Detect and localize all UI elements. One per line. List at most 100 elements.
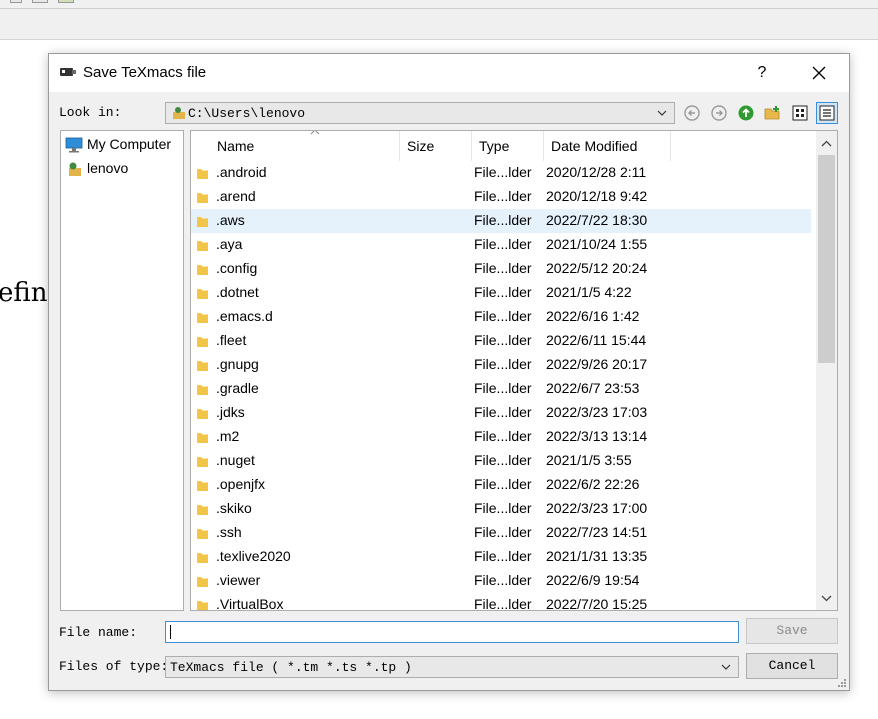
look-in-label: Look in: bbox=[59, 105, 122, 120]
toolbar-icon-fragment bbox=[10, 0, 22, 3]
document-text-fragment: efin bbox=[0, 278, 48, 308]
parent-dir-icon bbox=[738, 105, 754, 121]
file-name-cell: .gnupg bbox=[216, 356, 259, 372]
file-row[interactable]: .fleet File...lder 2022/6/11 15:44 bbox=[191, 329, 811, 353]
file-row[interactable]: .VirtualBox File...lder 2022/7/20 15:25 bbox=[191, 593, 811, 611]
file-type-cell: File...lder bbox=[474, 500, 532, 516]
parent-directory-button[interactable] bbox=[735, 102, 757, 124]
folder-icon bbox=[197, 193, 208, 203]
file-date-cell: 2022/3/23 17:03 bbox=[546, 404, 648, 420]
folder-icon bbox=[197, 601, 208, 610]
file-name-cell: .skiko bbox=[216, 500, 252, 516]
background-toolbar bbox=[0, 0, 878, 40]
file-type-cell: File...lder bbox=[474, 356, 532, 372]
chevron-down-icon bbox=[721, 664, 731, 670]
file-list[interactable]: Name Size Type Date Modified .android Fil… bbox=[190, 130, 838, 611]
folder-icon bbox=[197, 481, 208, 491]
file-date-cell: 2021/1/5 3:55 bbox=[546, 452, 632, 468]
folder-icon bbox=[197, 241, 208, 251]
file-row[interactable]: .android File...lder 2020/12/28 2:11 bbox=[191, 161, 811, 185]
file-row[interactable]: .jdks File...lder 2022/3/23 17:03 bbox=[191, 401, 811, 425]
file-row[interactable]: .texlive2020 File...lder 2021/1/31 13:35 bbox=[191, 545, 811, 569]
dialog-titlebar: Save TeXmacs file ? bbox=[49, 54, 849, 92]
file-row[interactable]: .config File...lder 2022/5/12 20:24 bbox=[191, 257, 811, 281]
file-type-cell: File...lder bbox=[474, 212, 532, 228]
files-of-type-value: TeXmacs file ( *.tm *.ts *.tp ) bbox=[170, 660, 412, 675]
file-date-cell: 2022/6/11 15:44 bbox=[546, 332, 647, 348]
file-name-cell: .ssh bbox=[216, 524, 242, 540]
file-date-cell: 2021/1/31 13:35 bbox=[546, 548, 648, 564]
files-of-type-combo[interactable]: TeXmacs file ( *.tm *.ts *.tp ) bbox=[165, 656, 739, 678]
file-date-cell: 2020/12/28 2:11 bbox=[546, 164, 647, 180]
scroll-down-icon[interactable] bbox=[820, 593, 833, 603]
column-header-type[interactable]: Type bbox=[472, 131, 544, 161]
column-header-size[interactable]: Size bbox=[400, 131, 472, 161]
file-type-cell: File...lder bbox=[474, 572, 532, 588]
dialog-title: Save TeXmacs file bbox=[83, 64, 207, 81]
file-row[interactable]: .dotnet File...lder 2021/1/5 4:22 bbox=[191, 281, 811, 305]
file-name-cell: .m2 bbox=[216, 428, 240, 444]
file-row[interactable]: .gradle File...lder 2022/6/7 23:53 bbox=[191, 377, 811, 401]
cancel-button[interactable]: Cancel bbox=[746, 653, 838, 679]
sidebar-item-lenovo[interactable]: lenovo bbox=[65, 158, 181, 180]
file-date-cell: 2022/7/22 18:30 bbox=[546, 212, 648, 228]
folder-icon bbox=[197, 553, 208, 563]
forward-icon bbox=[711, 105, 727, 121]
sort-ascending-icon bbox=[310, 131, 320, 135]
file-row[interactable]: .aws File...lder 2022/7/22 18:30 bbox=[191, 209, 811, 233]
column-header-name[interactable]: Name bbox=[210, 131, 400, 161]
file-row[interactable]: .viewer File...lder 2022/6/9 19:54 bbox=[191, 569, 811, 593]
scrollbar-thumb[interactable] bbox=[818, 155, 835, 363]
column-header-date-modified[interactable]: Date Modified bbox=[544, 131, 671, 161]
look-in-combo[interactable]: C:\Users\lenovo bbox=[165, 102, 675, 124]
computer-icon bbox=[65, 137, 83, 153]
sidebar-item-my-computer[interactable]: My Computer bbox=[65, 134, 181, 156]
file-name-input[interactable] bbox=[165, 621, 739, 643]
file-name-cell: .fleet bbox=[216, 332, 247, 348]
file-type-cell: File...lder bbox=[474, 236, 532, 252]
file-type-cell: File...lder bbox=[474, 260, 532, 276]
file-row[interactable]: .emacs.d File...lder 2022/6/16 1:42 bbox=[191, 305, 811, 329]
file-type-cell: File...lder bbox=[474, 332, 532, 348]
new-folder-button[interactable] bbox=[762, 102, 784, 124]
save-button[interactable]: Save bbox=[746, 618, 838, 644]
file-type-cell: File...lder bbox=[474, 596, 532, 611]
sidebar-item-label: My Computer bbox=[87, 136, 172, 152]
back-icon bbox=[684, 105, 700, 121]
file-row[interactable]: .arend File...lder 2020/12/18 9:42 bbox=[191, 185, 811, 209]
file-row[interactable]: .gnupg File...lder 2022/9/26 20:17 bbox=[191, 353, 811, 377]
texmacs-app-icon bbox=[60, 68, 76, 76]
detail-view-button[interactable] bbox=[816, 102, 838, 124]
close-button[interactable] bbox=[805, 60, 833, 86]
file-name-cell: .openjfx bbox=[216, 476, 266, 492]
file-type-cell: File...lder bbox=[474, 308, 532, 324]
file-type-cell: File...lder bbox=[474, 188, 532, 204]
file-row[interactable]: .openjfx File...lder 2022/6/2 22:26 bbox=[191, 473, 811, 497]
list-view-icon bbox=[792, 105, 808, 121]
list-view-button[interactable] bbox=[789, 102, 811, 124]
file-row[interactable]: .ssh File...lder 2022/7/23 14:51 bbox=[191, 521, 811, 545]
places-sidebar: My Computer lenovo bbox=[60, 130, 184, 611]
file-name-cell: .aya bbox=[216, 236, 243, 252]
file-row[interactable]: .nuget File...lder 2021/1/5 3:55 bbox=[191, 449, 811, 473]
back-button[interactable] bbox=[681, 102, 703, 124]
folder-icon bbox=[197, 433, 208, 443]
file-type-cell: File...lder bbox=[474, 476, 532, 492]
file-name-cell: .viewer bbox=[216, 572, 261, 588]
folder-icon bbox=[197, 361, 208, 371]
scroll-up-icon[interactable] bbox=[820, 139, 833, 149]
vertical-scrollbar[interactable] bbox=[816, 131, 837, 610]
forward-button[interactable] bbox=[708, 102, 730, 124]
file-name-cell: .config bbox=[216, 260, 258, 276]
help-button[interactable]: ? bbox=[749, 60, 775, 86]
file-type-cell: File...lder bbox=[474, 452, 532, 468]
file-row[interactable]: .m2 File...lder 2022/3/13 13:14 bbox=[191, 425, 811, 449]
resize-grip-icon[interactable] bbox=[837, 678, 847, 688]
file-row[interactable]: .aya File...lder 2021/10/24 1:55 bbox=[191, 233, 811, 257]
new-folder-icon bbox=[764, 106, 780, 120]
file-type-cell: File...lder bbox=[474, 548, 532, 564]
file-row[interactable]: .skiko File...lder 2022/3/23 17:00 bbox=[191, 497, 811, 521]
file-name-label: File name: bbox=[59, 625, 138, 640]
toolbar-icon-fragment bbox=[58, 0, 74, 3]
save-file-dialog: Save TeXmacs file ? Look in: C:\Users\le… bbox=[48, 53, 850, 691]
